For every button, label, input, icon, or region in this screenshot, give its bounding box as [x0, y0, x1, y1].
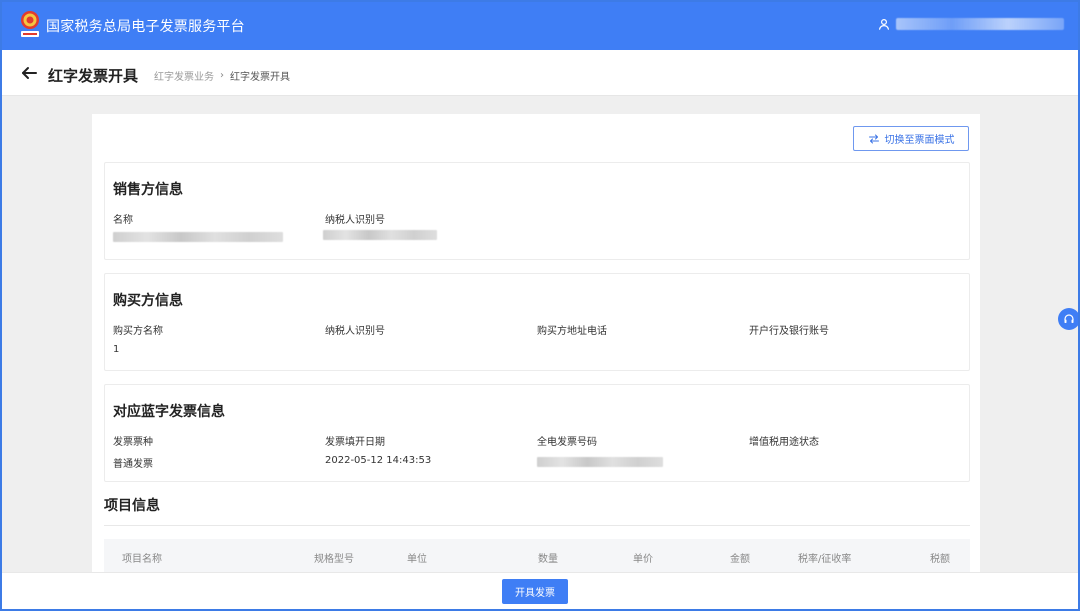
items-divider	[104, 525, 970, 526]
page-title: 红字发票开具	[48, 67, 139, 85]
app-title: 国家税务总局电子发票服务平台	[46, 19, 245, 35]
seller-tax-id-redacted	[323, 230, 437, 240]
breadcrumb-item-current: 红字发票开具	[230, 72, 290, 83]
seller-info-section: 销售方信息 名称 纳税人识别号	[104, 162, 970, 260]
column-item-name: 项目名称	[122, 554, 162, 565]
buyer-name-label: 购买方名称	[113, 326, 163, 337]
switch-to-ticket-mode-button[interactable]: 切换至票面模式	[853, 126, 969, 151]
items-info-title: 项目信息	[104, 498, 160, 514]
buyer-address-phone-label: 购买方地址电话	[537, 326, 607, 337]
invoice-type-value: 普通发票	[113, 459, 153, 470]
page-header: 红字发票开具 红字发票业务 › 红字发票开具	[2, 50, 1078, 96]
seller-info-title: 销售方信息	[113, 182, 183, 198]
issue-date-label: 发票填开日期	[325, 437, 385, 448]
invoice-number-redacted	[537, 457, 663, 467]
top-bar: 国家税务总局电子发票服务平台	[2, 2, 1078, 50]
column-tax-rate: 税率/征收率	[798, 554, 852, 565]
column-unit-price: 单价	[633, 554, 653, 565]
issue-invoice-button[interactable]: 开具发票	[502, 579, 568, 604]
column-tax-amount: 税额	[930, 554, 950, 565]
headset-icon	[1064, 314, 1074, 323]
user-name-redacted	[896, 18, 1064, 30]
user-menu[interactable]	[878, 18, 1064, 30]
blue-invoice-info-section: 对应蓝字发票信息 发票票种 普通发票 发票填开日期 2022-05-12 14:…	[104, 384, 970, 482]
customer-support-button[interactable]	[1058, 308, 1078, 330]
swap-arrows-icon	[868, 134, 879, 143]
seller-tax-id-label: 纳税人识别号	[325, 215, 385, 226]
seller-name-redacted	[113, 232, 283, 242]
bottom-action-bar: 开具发票	[2, 572, 1078, 609]
issue-date-value: 2022-05-12 14:43:53	[325, 455, 432, 466]
invoice-number-label: 全电发票号码	[537, 437, 597, 448]
buyer-info-section: 购买方信息 购买方名称 1 纳税人识别号 购买方地址电话 开户行及银行账号	[104, 273, 970, 371]
buyer-name-value: 1	[113, 344, 120, 355]
user-icon	[879, 18, 889, 30]
buyer-bank-account-label: 开户行及银行账号	[749, 326, 829, 337]
blue-invoice-info-title: 对应蓝字发票信息	[113, 404, 225, 420]
buyer-info-title: 购买方信息	[113, 293, 183, 309]
back-arrow-icon[interactable]	[20, 64, 38, 82]
items-table-header: 项目名称 规格型号 单位 数量 单价 金额 税率/征收率 税额	[104, 539, 970, 574]
seller-name-label: 名称	[113, 215, 133, 226]
invoice-type-label: 发票票种	[113, 437, 153, 448]
column-spec-model: 规格型号	[314, 554, 354, 565]
breadcrumb-item-red-invoice-business[interactable]: 红字发票业务	[154, 68, 214, 83]
tax-emblem-icon	[21, 11, 39, 37]
breadcrumb: 红字发票业务 › 红字发票开具	[154, 68, 290, 83]
column-unit: 单位	[407, 554, 427, 565]
switch-mode-label: 切换至票面模式	[884, 135, 955, 146]
column-quantity: 数量	[538, 554, 558, 565]
column-amount: 金额	[730, 554, 750, 565]
main-card: 切换至票面模式 销售方信息 名称 纳税人识别号 购买方信息 购买方名称 1 纳税…	[92, 114, 980, 574]
app-window: 国家税务总局电子发票服务平台 红字发票开具 红字发票业务 › 红字发票开具 切换…	[0, 0, 1080, 611]
vat-usage-status-label: 增值税用途状态	[749, 437, 819, 448]
breadcrumb-separator: ›	[220, 70, 224, 81]
buyer-tax-id-label: 纳税人识别号	[325, 326, 385, 337]
